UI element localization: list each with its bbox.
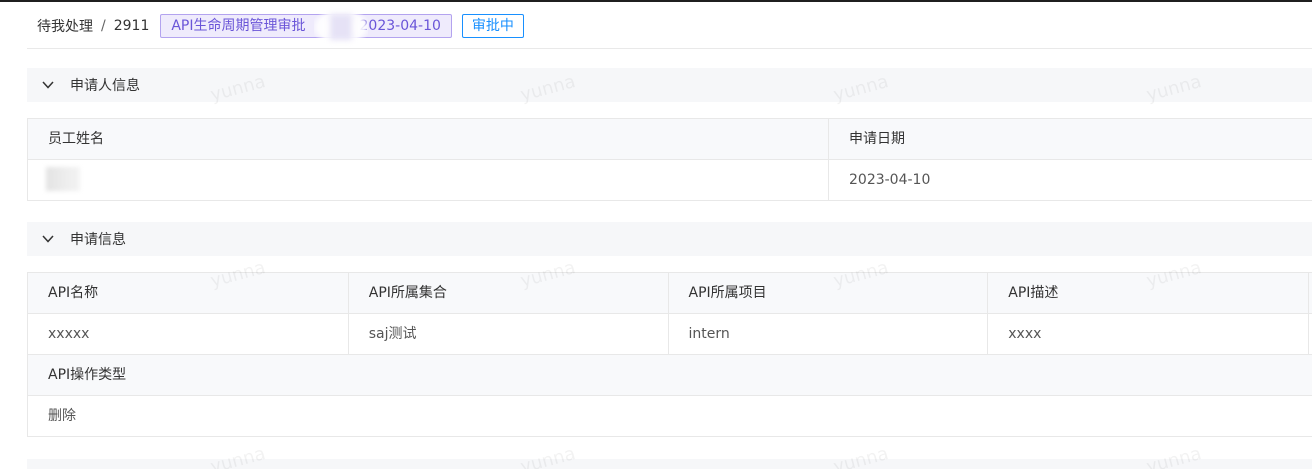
table-header-row: API名称 API所属集合 API所属项目 API描述 [28, 273, 1312, 314]
table-header-row: API操作类型 [28, 355, 1312, 396]
applicant-info-table: 员工姓名 申请日期 2023-04-10 [27, 118, 1312, 201]
table-row: xxxxx saj测试 intern xxxx [28, 314, 1312, 355]
next-section-bar [27, 459, 1312, 469]
header-api-description: API描述 [988, 273, 1309, 314]
header-api-name: API名称 [28, 273, 349, 314]
employee-name-value [28, 160, 829, 201]
chevron-down-icon[interactable] [41, 232, 55, 246]
apply-info-table: API名称 API所属集合 API所属项目 API描述 xxxxx saj测试 … [27, 272, 1312, 437]
header-api-collection: API所属集合 [348, 273, 669, 314]
api-name-value: xxxxx [28, 314, 349, 355]
approval-title-tag: API生命周期管理审批 2023-04-10 [160, 9, 452, 44]
api-description-value: xxxx [988, 314, 1309, 355]
table-row: 2023-04-10 [28, 160, 1312, 201]
api-collection-value: saj测试 [348, 314, 669, 355]
page-header: 待我处理 / 2911 API生命周期管理审批 2023-04-10 审批中 [27, 3, 1312, 49]
table-row: 删除 [28, 396, 1312, 437]
table-header-row: 员工姓名 申请日期 [28, 119, 1312, 160]
header-apply-date: 申请日期 [829, 119, 1312, 160]
approval-title-prefix: API生命周期管理审批 [171, 17, 306, 34]
redacted-name [46, 167, 80, 191]
breadcrumb-separator: / [101, 17, 106, 34]
breadcrumb-id: 2911 [113, 17, 150, 34]
section-title-apply-info: 申请信息 [70, 232, 126, 248]
breadcrumb-root[interactable]: 待我处理 [27, 16, 93, 36]
approval-detail-page: 待我处理 / 2911 API生命周期管理审批 2023-04-10 审批中 申请… [0, 0, 1312, 469]
window-top-border [0, 0, 1312, 2]
section-header-applicant[interactable]: 申请人信息 [27, 68, 1312, 102]
apply-date-value: 2023-04-10 [829, 160, 1312, 201]
header-api-operation-type: API操作类型 [28, 355, 1312, 396]
status-badge: 审批中 [461, 13, 524, 38]
api-project-value: intern [668, 314, 989, 355]
header-employee-name: 员工姓名 [28, 119, 829, 160]
approval-title-date: 2023-04-10 [359, 17, 441, 34]
redaction-blur [314, 9, 369, 44]
section-title-applicant: 申请人信息 [70, 78, 140, 94]
section-header-apply-info[interactable]: 申请信息 [27, 222, 1312, 256]
api-operation-type-value: 删除 [28, 396, 1312, 437]
header-api-project: API所属项目 [668, 273, 989, 314]
chevron-down-icon[interactable] [41, 78, 55, 92]
